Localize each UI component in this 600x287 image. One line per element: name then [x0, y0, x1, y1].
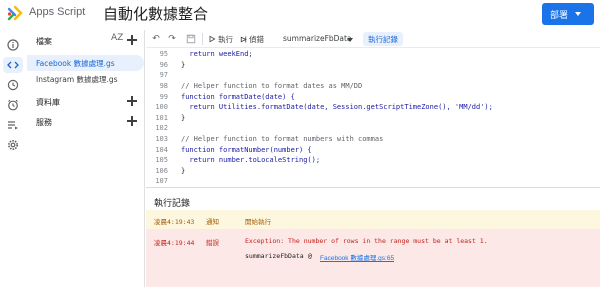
execution-log-button[interactable]: 執行記錄: [363, 32, 403, 46]
code-text: }: [181, 60, 186, 69]
app-name[interactable]: Apps Script: [29, 6, 85, 18]
line-number: 107: [155, 177, 168, 186]
save-icon[interactable]: [185, 33, 197, 45]
line-number: 101: [155, 113, 168, 122]
code-comment: // Helper function to format numbers wit…: [181, 135, 384, 144]
line-number: 102: [155, 124, 168, 133]
log-entry-info: 凌晨4:19:43 通知 開始執行: [146, 210, 600, 229]
executions-icon[interactable]: [5, 117, 21, 133]
code-line: 96 }: [146, 60, 600, 71]
run-button[interactable]: 執行: [218, 34, 233, 45]
line-number: 99: [159, 92, 168, 101]
code-line: 99 function formatDate(date) {: [146, 91, 600, 102]
file-name: Facebook 數據處理.gs: [36, 58, 115, 68]
code-text: }: [181, 113, 186, 122]
code-line: 104 function formatNumber(number) {: [146, 144, 600, 155]
execution-log-title: 執行記錄: [154, 199, 191, 209]
editor-code-icon[interactable]: [3, 57, 23, 73]
line-number: 95: [159, 50, 168, 59]
line-number: 97: [159, 71, 168, 80]
code-line: 102: [146, 123, 600, 134]
log-entry-error: 凌晨4:19:44 錯誤 Exception: The number of ro…: [146, 229, 600, 287]
stack-separator: @: [308, 252, 312, 260]
files-header: 檔案: [36, 37, 52, 46]
deploy-button[interactable]: 部署: [542, 3, 594, 25]
code-line: 105 return number.toLocaleString();: [146, 155, 600, 166]
code-line: 98 // Helper function to format dates as…: [146, 81, 600, 92]
code-comment: // Helper function to format dates as MM…: [181, 82, 363, 91]
stack-function: summarizeFbData: [245, 252, 304, 260]
line-number: 106: [155, 166, 168, 175]
code-text: return number.toLocaleString();: [181, 156, 321, 165]
libraries-label: 資料庫: [36, 98, 60, 107]
add-library-icon[interactable]: [127, 96, 137, 106]
code-text: function formatDate(date) {: [181, 92, 295, 101]
code-line: 100 return Utilities.formatDate(date, Se…: [146, 102, 600, 113]
code-line: 101 }: [146, 113, 600, 124]
log-message: Exception: The number of rows in the ran…: [245, 237, 488, 245]
stack-file-link[interactable]: Facebook 數據處理.gs:65: [320, 252, 394, 262]
code-text: return weekEnd;: [181, 50, 253, 59]
project-title[interactable]: 自動化數據整合: [103, 3, 208, 24]
apps-script-editor: Apps Script 自動化數據整合 部署 檔案 AZ Facebook 數據…: [0, 0, 600, 287]
run-play-icon[interactable]: [206, 33, 218, 45]
code-line: 106 }: [146, 166, 600, 177]
top-bar: Apps Script 自動化數據整合 部署: [0, 0, 600, 28]
files-panel: 檔案 AZ Facebook 數據處理.gs Instagram 數據處理.gs…: [27, 30, 145, 287]
sort-az-icon[interactable]: AZ: [111, 33, 123, 43]
line-number: 105: [155, 156, 168, 165]
code-line: 107: [146, 176, 600, 187]
left-nav-rail: [0, 30, 26, 287]
line-number: 98: [159, 82, 168, 91]
editor-toolbar: ↶ ↷ 執行 偵錯 summarizeFbData 執行記錄: [146, 30, 600, 48]
services-label: 服務: [36, 118, 52, 127]
history-icon[interactable]: [5, 77, 21, 93]
log-level: 通知: [206, 218, 219, 226]
code-text: return Utilities.formatDate(date, Sessio…: [181, 103, 493, 112]
execution-log-panel: 執行記錄 凌晨4:19:43 通知 開始執行 凌晨4:19:44 錯誤 Exce…: [146, 187, 600, 287]
line-number: 103: [155, 135, 168, 144]
function-select[interactable]: summarizeFbData: [283, 34, 352, 43]
log-message: 開始執行: [245, 218, 271, 226]
chevron-down-icon: [575, 12, 582, 16]
code-text: }: [181, 166, 186, 175]
log-time: 凌晨4:19:43: [154, 218, 195, 226]
overview-info-icon[interactable]: [5, 37, 21, 53]
redo-icon[interactable]: ↷: [166, 33, 178, 45]
triggers-alarm-icon[interactable]: [5, 97, 21, 113]
code-line: 97: [146, 70, 600, 81]
add-service-icon[interactable]: [127, 116, 137, 126]
deploy-label: 部署: [550, 10, 569, 21]
file-name: Instagram 數據處理.gs: [36, 74, 118, 84]
chevron-down-icon[interactable]: [347, 38, 353, 42]
line-number: 100: [155, 103, 168, 112]
undo-icon[interactable]: ↶: [150, 33, 162, 45]
log-time: 凌晨4:19:44: [154, 239, 195, 247]
file-item-facebook[interactable]: Facebook 數據處理.gs: [27, 55, 144, 71]
debug-icon[interactable]: [237, 33, 249, 45]
add-file-icon[interactable]: [127, 35, 137, 45]
debug-button[interactable]: 偵錯: [249, 34, 264, 45]
toolbar-divider: [202, 33, 203, 45]
settings-gear-icon[interactable]: [5, 137, 21, 153]
log-level: 錯誤: [206, 239, 219, 247]
line-number: 96: [159, 60, 168, 69]
code-line: 103 // Helper function to format numbers…: [146, 134, 600, 145]
code-editor[interactable]: 95 return weekEnd; 96 } 97 98 // Helper …: [146, 49, 600, 187]
apps-script-logo[interactable]: [6, 5, 24, 23]
code-text: function formatNumber(number) {: [181, 145, 312, 154]
file-item-instagram[interactable]: Instagram 數據處理.gs: [27, 71, 144, 87]
line-number: 104: [155, 145, 168, 154]
code-line: 95 return weekEnd;: [146, 49, 600, 60]
